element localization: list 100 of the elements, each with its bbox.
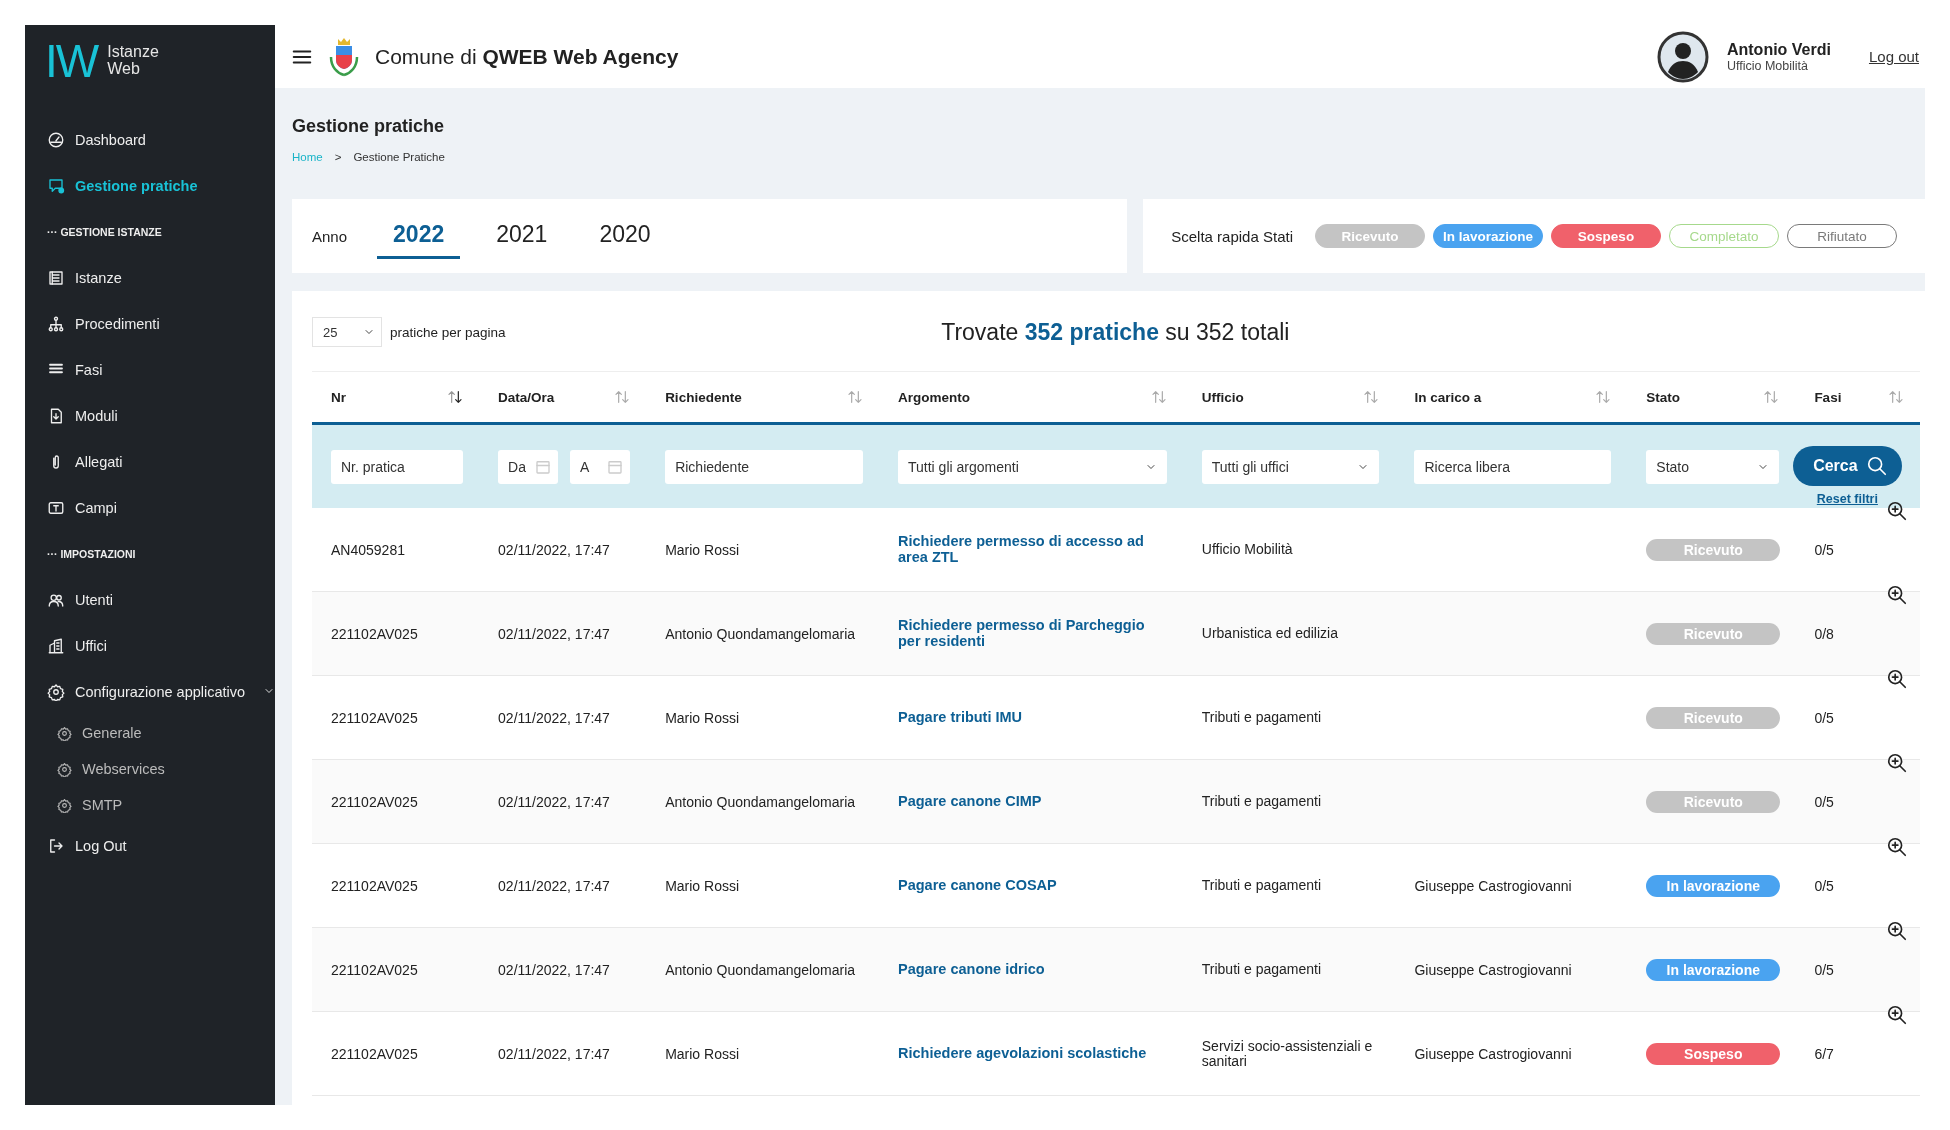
sidebar-item[interactable]: Procedimenti — [25, 301, 275, 347]
table-cell: 02/11/2022, 17:47 — [498, 961, 610, 978]
table-cell-text: Servizi socio-assistenziali e sanitari — [1201, 1038, 1374, 1069]
page-size-select[interactable]: 25 — [312, 317, 382, 347]
status-badge: In lavorazione — [1646, 958, 1781, 981]
table-cell: 0/5 — [1814, 709, 1834, 726]
table-cell-text: Tributi e pagamenti — [1201, 710, 1323, 725]
sidebar-section-title: ··· GESTIONE ISTANZE — [46, 225, 163, 240]
search-icon — [1865, 454, 1888, 477]
sidebar-subitem[interactable]: SMTP — [25, 787, 275, 823]
status-badge: Ricevuto — [1646, 790, 1781, 813]
gear-icon — [57, 725, 72, 741]
hierarchy-icon — [47, 315, 65, 333]
table-cell: 221102AV025 — [331, 709, 418, 726]
zoom-in-icon[interactable] — [1886, 836, 1908, 858]
table-cell: 221102AV025 — [331, 793, 418, 810]
sidebar-item[interactable]: Utenti — [25, 577, 275, 623]
assignee-search-field[interactable]: Ricerca libera — [1414, 449, 1612, 484]
number-field[interactable]: Nr. pratica — [331, 449, 464, 484]
date-from-field[interactable]: Da — [498, 449, 559, 484]
zoom-in-icon[interactable] — [1886, 920, 1908, 942]
state-filter-chip[interactable]: Rifiutato — [1787, 224, 1897, 248]
topic-link[interactable]: Pagare canone COSAP — [898, 877, 1159, 894]
zoom-in-icon[interactable] — [1886, 500, 1908, 522]
results-summary: Trovate 352 pratiche su 352 totali — [941, 318, 1290, 346]
column-header: Ufficio — [1201, 389, 1244, 405]
topic-link[interactable]: Richiedere agevolazioni scolastiche — [898, 1045, 1159, 1062]
status-badge: Ricevuto — [1646, 538, 1781, 561]
sidebar-item[interactable]: Allegati — [25, 439, 275, 485]
users-icon — [47, 591, 65, 609]
table-cell: Antonio Quondamangelomaria — [665, 961, 856, 978]
zoom-in-icon[interactable] — [1886, 752, 1908, 774]
table-cell: 02/11/2022, 17:47 — [498, 625, 610, 642]
gear-icon — [47, 683, 65, 701]
page-title: Gestione pratiche — [292, 116, 446, 137]
sidebar-item[interactable]: Gestione pratiche — [25, 163, 275, 209]
header-title: Comune di QWEB Web Agency — [375, 44, 679, 69]
table-cell-text: Tributi e pagamenti — [1201, 962, 1323, 977]
sidebar-item[interactable]: Dashboard — [25, 117, 275, 163]
year-tab[interactable]: 2021 — [480, 213, 564, 259]
year-tab[interactable]: 2022 — [377, 213, 461, 259]
table-cell: 6/7 — [1814, 1045, 1834, 1062]
column-header: Fasi — [1814, 389, 1842, 405]
column-header: Richiedente — [665, 389, 742, 405]
user-office: Ufficio Mobilità — [1726, 58, 1809, 73]
page-size-label: pratiche per pagina — [390, 324, 506, 340]
app-name: Istanze Web — [107, 44, 160, 78]
reset-filters-link[interactable]: Reset filtri — [1816, 491, 1878, 506]
table-cell-text: Tributi e pagamenti — [1201, 878, 1323, 893]
sidebar-subitem[interactable]: Webservices — [25, 751, 275, 787]
table-cell: Antonio Quondamangelomaria — [665, 625, 856, 642]
sidebar-item[interactable]: Istanze — [25, 255, 275, 301]
sidebar-item[interactable]: Campi — [25, 485, 275, 531]
search-button[interactable]: Cerca — [1793, 445, 1902, 486]
column-header: In carico a — [1414, 389, 1482, 405]
sort-icon[interactable] — [447, 389, 464, 405]
table-cell-text: Urbanistica ed edilizia — [1201, 626, 1339, 641]
logout-link[interactable]: Log out — [1868, 48, 1919, 65]
sidebar-item[interactable]: Log Out — [25, 823, 275, 869]
table-cell: 0/5 — [1814, 541, 1834, 558]
table-cell: 0/8 — [1814, 625, 1834, 642]
table-cell: Mario Rossi — [665, 541, 740, 558]
state-select[interactable]: Stato — [1646, 449, 1780, 484]
gauge-icon — [47, 131, 65, 149]
column-header: Stato — [1646, 389, 1681, 405]
office-select[interactable]: Tutti gli uffici — [1201, 449, 1380, 484]
topic-link[interactable]: Pagare canone idrico — [898, 961, 1159, 978]
topic-link[interactable]: Pagare tributi IMU — [898, 709, 1159, 726]
topic-select[interactable]: Tutti gli argomenti — [898, 449, 1167, 484]
table-cell: AN4059281 — [331, 541, 405, 558]
avatar-icon — [1656, 30, 1709, 83]
year-tab[interactable]: 2020 — [583, 213, 667, 259]
list-icon — [47, 269, 65, 287]
table-cell: 02/11/2022, 17:47 — [498, 1045, 610, 1062]
zoom-in-icon[interactable] — [1886, 668, 1908, 690]
applicant-field[interactable]: Richiedente — [665, 449, 863, 484]
table-cell: Giuseppe Castrogiovanni — [1414, 877, 1572, 894]
table-cell: 221102AV025 — [331, 961, 418, 978]
date-to-field[interactable]: A — [570, 449, 631, 484]
zoom-in-icon[interactable] — [1886, 584, 1908, 606]
sidebar-item[interactable]: Fasi — [25, 347, 275, 393]
breadcrumb-current: Gestione Pratiche — [353, 151, 445, 163]
zoom-in-icon[interactable] — [1886, 1004, 1908, 1026]
sidebar-item[interactable]: Configurazione applicativo — [25, 669, 275, 715]
table-cell: 02/11/2022, 17:47 — [498, 541, 610, 558]
topic-link[interactable]: Richiedere permesso di accesso ad area ZTL — [898, 534, 1159, 565]
sidebar-item[interactable]: Moduli — [25, 393, 275, 439]
sidebar-item[interactable]: Uffici — [25, 623, 275, 669]
breadcrumb-separator: > — [334, 151, 342, 163]
table-cell: 0/5 — [1814, 877, 1834, 894]
table-cell: Mario Rossi — [665, 877, 740, 894]
table-cell: Mario Rossi — [665, 709, 740, 726]
logout-icon — [47, 837, 65, 855]
year-label: Anno — [312, 227, 348, 245]
sidebar-subitem[interactable]: Generale — [25, 715, 275, 751]
column-header: Argomento — [898, 389, 970, 405]
table-cell: 221102AV025 — [331, 877, 418, 894]
sidebar-section-title: ··· IMPOSTAZIONI — [46, 547, 137, 562]
buildings-icon — [47, 637, 65, 655]
topic-link[interactable]: Pagare canone CIMP — [898, 793, 1159, 810]
